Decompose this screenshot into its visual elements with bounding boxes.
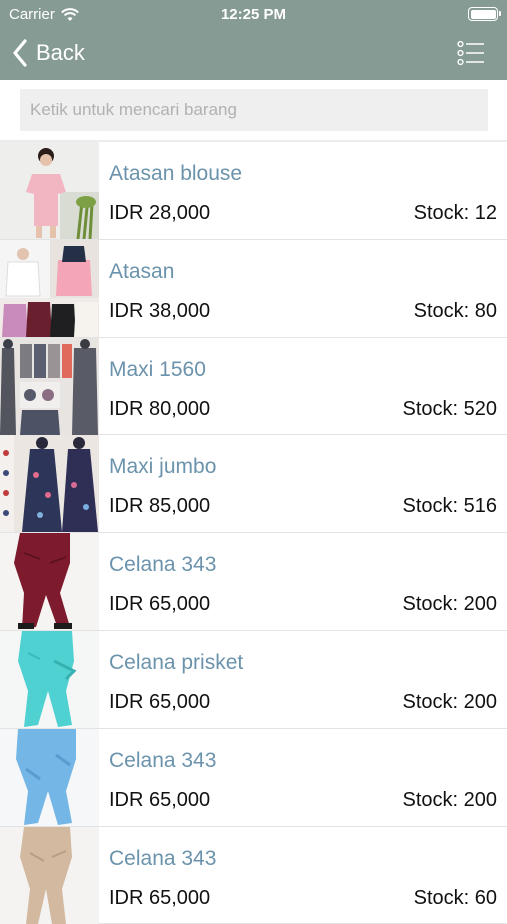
status-time: 12:25 PM <box>220 6 287 23</box>
product-name: Celana 343 <box>109 553 217 577</box>
product-name: Atasan blouse <box>109 162 243 185</box>
product-stock: Stock: 80 <box>413 299 497 322</box>
product-stock: Stock: 60 <box>413 886 497 909</box>
product-price: IDR 80,000 <box>109 397 211 420</box>
product-thumbnail <box>0 826 99 924</box>
product-name: Maxi 1560 <box>109 357 206 381</box>
product-price: IDR 38,000 <box>109 299 211 322</box>
product-stock: Stock: 200 <box>402 690 497 713</box>
product-price: IDR 65,000 <box>109 788 211 811</box>
product-thumbnail <box>0 630 99 728</box>
product-thumbnail <box>0 337 99 435</box>
product-row[interactable]: Celana 343 IDR 65,000 Stock: 200 <box>0 728 507 827</box>
product-row[interactable]: Maxi jumbo IDR 85,000 Stock: 516 <box>0 435 507 534</box>
product-name: Maxi jumbo <box>109 455 217 479</box>
product-row[interactable]: Atasan blouse IDR 28,000 Stock: 12 <box>0 142 507 240</box>
list-menu-icon[interactable] <box>457 40 485 66</box>
product-list: Atasan blouse IDR 28,000 Stock: 12 Atasa… <box>0 142 507 924</box>
product-thumbnail <box>0 435 99 533</box>
product-price: IDR 85,000 <box>109 495 211 518</box>
product-row[interactable]: Atasan IDR 38,000 Stock: 80 <box>0 239 507 338</box>
back-label: Back <box>36 40 85 65</box>
product-name: Celana prisket <box>109 650 244 674</box>
product-stock: Stock: 200 <box>402 593 497 616</box>
product-name: Celana 343 <box>109 846 217 870</box>
product-stock: Stock: 516 <box>402 495 497 518</box>
nav-bar: Carrier 12:25 PM Back <box>0 0 507 80</box>
product-name: Celana 343 <box>109 748 217 772</box>
product-price: IDR 65,000 <box>109 593 211 616</box>
product-thumbnail <box>0 239 99 337</box>
status-bar: Carrier 12:25 PM <box>0 0 507 28</box>
product-name: Atasan <box>109 259 175 283</box>
product-price: IDR 65,000 <box>109 690 211 713</box>
product-thumbnail <box>0 728 99 826</box>
battery-icon <box>468 7 501 21</box>
search-input[interactable] <box>20 89 488 131</box>
product-row[interactable]: Celana 343 IDR 65,000 Stock: 200 <box>0 533 507 631</box>
product-price: IDR 28,000 <box>109 202 211 224</box>
product-stock: Stock: 12 <box>413 202 497 224</box>
product-row[interactable]: Celana 343 IDR 65,000 Stock: 60 <box>0 826 507 924</box>
back-button[interactable]: Back <box>12 36 85 70</box>
chevron-left-icon <box>13 39 27 67</box>
product-row[interactable]: Celana prisket IDR 65,000 Stock: 200 <box>0 630 507 729</box>
product-price: IDR 65,000 <box>109 886 211 909</box>
product-stock: Stock: 200 <box>402 788 497 811</box>
product-thumbnail <box>0 142 99 239</box>
product-stock: Stock: 520 <box>402 397 497 420</box>
search-bar <box>0 80 507 140</box>
product-row[interactable]: Maxi 1560 IDR 80,000 Stock: 520 <box>0 337 507 436</box>
product-thumbnail <box>0 533 99 631</box>
